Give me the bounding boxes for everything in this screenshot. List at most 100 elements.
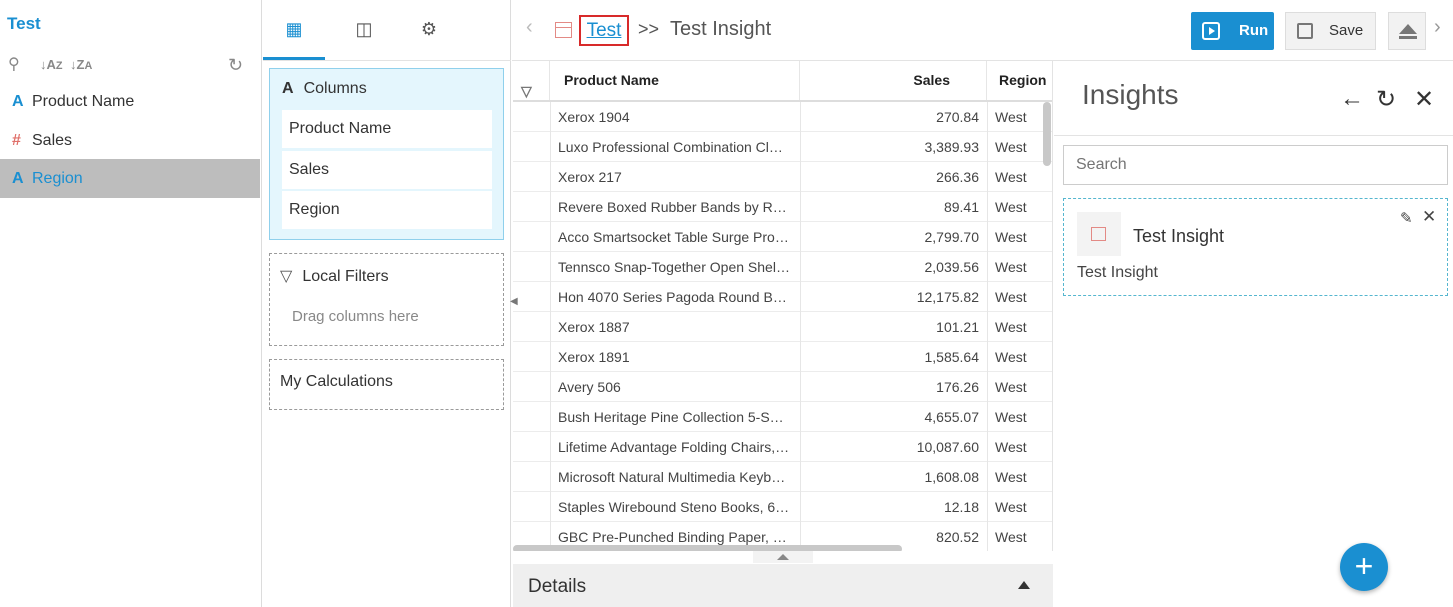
- horizontal-scrollbar[interactable]: [513, 545, 902, 551]
- insight-card[interactable]: Test Insight Test Insight ✎ ✕: [1063, 198, 1448, 296]
- columns-header: A Columns: [282, 80, 367, 97]
- insights-panel: Insights ← ↻ ✕ Test Insight Test Insight…: [1054, 61, 1453, 607]
- panel-collapse-handle-icon[interactable]: ◀: [510, 296, 518, 307]
- cell-product-name: Hon 4070 Series Pagoda Round Back: [558, 289, 790, 305]
- sort-ascending-icon[interactable]: ↓AZ: [40, 54, 63, 77]
- floppy-icon: [1297, 23, 1313, 39]
- cell-region: West: [995, 169, 1027, 185]
- table-row[interactable]: Revere Boxed Rubber Bands by Revere 89.41…: [513, 192, 1052, 222]
- number-type-icon: #: [12, 132, 21, 149]
- data-grid: ▽ Product Name Sales Region Xerox 1904 27…: [513, 61, 1053, 551]
- table-row[interactable]: Bush Heritage Pine Collection 5-Shelf 4,6…: [513, 402, 1052, 432]
- field-item-region[interactable]: A Region: [0, 159, 260, 198]
- cell-product-name: Avery 506: [558, 379, 621, 395]
- field-item-sales[interactable]: # Sales: [0, 121, 260, 160]
- eject-button[interactable]: [1388, 12, 1426, 50]
- column-header-region[interactable]: Region: [987, 61, 1052, 100]
- tab-window-settings-icon[interactable]: ◫: [333, 0, 395, 60]
- cell-region: West: [995, 499, 1027, 515]
- table-row[interactable]: Luxo Professional Combination Clamp-On L…: [513, 132, 1052, 162]
- local-filters-dropzone[interactable]: ▽ Local Filters Drag columns here: [269, 253, 504, 346]
- config-tabs: ▦ ◫ ⚙: [263, 0, 511, 61]
- chevron-left-icon[interactable]: ‹: [526, 16, 533, 39]
- column-chip-sales[interactable]: Sales: [282, 151, 492, 189]
- cell-sales: 270.84: [936, 109, 979, 125]
- cell-product-name: Acco Smartsocket Table Surge Protector: [558, 229, 790, 245]
- table-row[interactable]: Xerox 1887 101.21 West: [513, 312, 1052, 342]
- vertical-scrollbar[interactable]: [1043, 102, 1051, 166]
- filter-icon: ▽: [280, 268, 293, 285]
- table-row[interactable]: Xerox 217 266.36 West: [513, 162, 1052, 192]
- breadcrumb-current: Test Insight: [670, 18, 772, 40]
- cell-region: West: [995, 199, 1027, 215]
- fields-toolbar: ⚲ ↓AZ ↓ZA ↻: [8, 54, 248, 76]
- field-label: Product Name: [32, 93, 135, 110]
- chevron-right-icon[interactable]: ›: [1434, 16, 1441, 39]
- my-calculations-header: My Calculations: [280, 373, 393, 390]
- text-type-icon: A: [282, 80, 294, 97]
- table-row[interactable]: Lifetime Advantage Folding Chairs, 4/Car…: [513, 432, 1052, 462]
- table-row[interactable]: Staples Wirebound Steno Books, 6 x 9 12.1…: [513, 492, 1052, 522]
- save-button[interactable]: Save: [1285, 12, 1376, 50]
- table-row[interactable]: Microsoft Natural Multimedia Keyboard 1,6…: [513, 462, 1052, 492]
- breadcrumb-link[interactable]: Test: [579, 15, 629, 46]
- column-chip-region[interactable]: Region: [282, 191, 492, 229]
- details-resize-handle[interactable]: [753, 551, 813, 563]
- cell-product-name: Xerox 1887: [558, 319, 630, 335]
- text-type-icon: A: [12, 170, 24, 187]
- cell-product-name: Luxo Professional Combination Clamp-On L…: [558, 139, 790, 155]
- tab-gears-icon[interactable]: ⚙: [398, 0, 460, 60]
- insights-search-input[interactable]: [1063, 145, 1448, 185]
- field-item-product-name[interactable]: A Product Name: [0, 82, 260, 121]
- eject-icon: [1399, 24, 1417, 34]
- grid-filter-cell[interactable]: ▽: [513, 61, 550, 100]
- run-button[interactable]: Run: [1191, 12, 1274, 50]
- cell-region: West: [995, 319, 1027, 335]
- table-row[interactable]: Acco Smartsocket Table Surge Protector 2,…: [513, 222, 1052, 252]
- refresh-icon[interactable]: ↻: [1376, 85, 1396, 114]
- search-icon[interactable]: ⚲: [8, 54, 20, 76]
- details-bar[interactable]: Details: [513, 564, 1053, 607]
- column-header-product-name[interactable]: Product Name: [550, 61, 800, 100]
- my-calculations-section[interactable]: My Calculations: [269, 359, 504, 410]
- caret-up-icon[interactable]: [1018, 581, 1030, 589]
- cell-region: West: [995, 229, 1027, 245]
- tab-table-icon[interactable]: ▦: [263, 0, 325, 60]
- add-insight-button[interactable]: +: [1340, 543, 1388, 591]
- edit-icon[interactable]: ✎: [1400, 209, 1413, 227]
- column-header-sales[interactable]: Sales: [800, 61, 987, 100]
- cell-region: West: [995, 109, 1027, 125]
- table-row[interactable]: Avery 506 176.26 West: [513, 372, 1052, 402]
- column-chip-product-name[interactable]: Product Name: [282, 110, 492, 148]
- cell-product-name: Staples Wirebound Steno Books, 6 x 9: [558, 499, 790, 515]
- columns-dropzone[interactable]: A Columns Product Name Sales Region: [269, 68, 504, 240]
- cell-product-name: Xerox 217: [558, 169, 622, 185]
- close-icon[interactable]: ✕: [1414, 85, 1434, 114]
- app-root: Test ⚲ ↓AZ ↓ZA ↻ A Product Name # Sales AR…: [0, 0, 1453, 607]
- cell-sales: 4,655.07: [924, 409, 980, 425]
- cell-region: West: [995, 439, 1027, 455]
- cell-sales: 12.18: [943, 499, 979, 515]
- sort-descending-icon[interactable]: ↓ZA: [70, 54, 92, 77]
- cell-sales: 3,389.93: [924, 139, 980, 155]
- table-row[interactable]: Hon 4070 Series Pagoda Round Back 12,175.…: [513, 282, 1052, 312]
- cell-product-name: Lifetime Advantage Folding Chairs, 4/Car…: [558, 439, 790, 455]
- local-filters-header: ▽ Local Filters: [280, 268, 389, 285]
- cell-sales: 12,175.82: [916, 289, 979, 305]
- table-icon: [1091, 227, 1106, 241]
- table-row[interactable]: Tennsco Snap-Together Open Shelving Unit…: [513, 252, 1052, 282]
- cell-product-name: Xerox 1904: [558, 109, 630, 125]
- cell-region: West: [995, 469, 1027, 485]
- arrow-left-icon[interactable]: ←: [1340, 85, 1364, 113]
- close-icon[interactable]: ✕: [1422, 207, 1436, 227]
- table-row[interactable]: Xerox 1891 1,585.64 West: [513, 342, 1052, 372]
- field-label: Region: [32, 170, 83, 187]
- cell-sales: 1,608.08: [924, 469, 980, 485]
- local-filters-hint: Drag columns here: [292, 308, 419, 325]
- insights-title: Insights: [1082, 79, 1179, 110]
- cell-region: West: [995, 259, 1027, 275]
- table-row[interactable]: Xerox 1904 270.84 West: [513, 102, 1052, 132]
- insight-card-title: Test Insight: [1133, 226, 1225, 246]
- refresh-icon[interactable]: ↻: [228, 54, 243, 76]
- cell-region: West: [995, 349, 1027, 365]
